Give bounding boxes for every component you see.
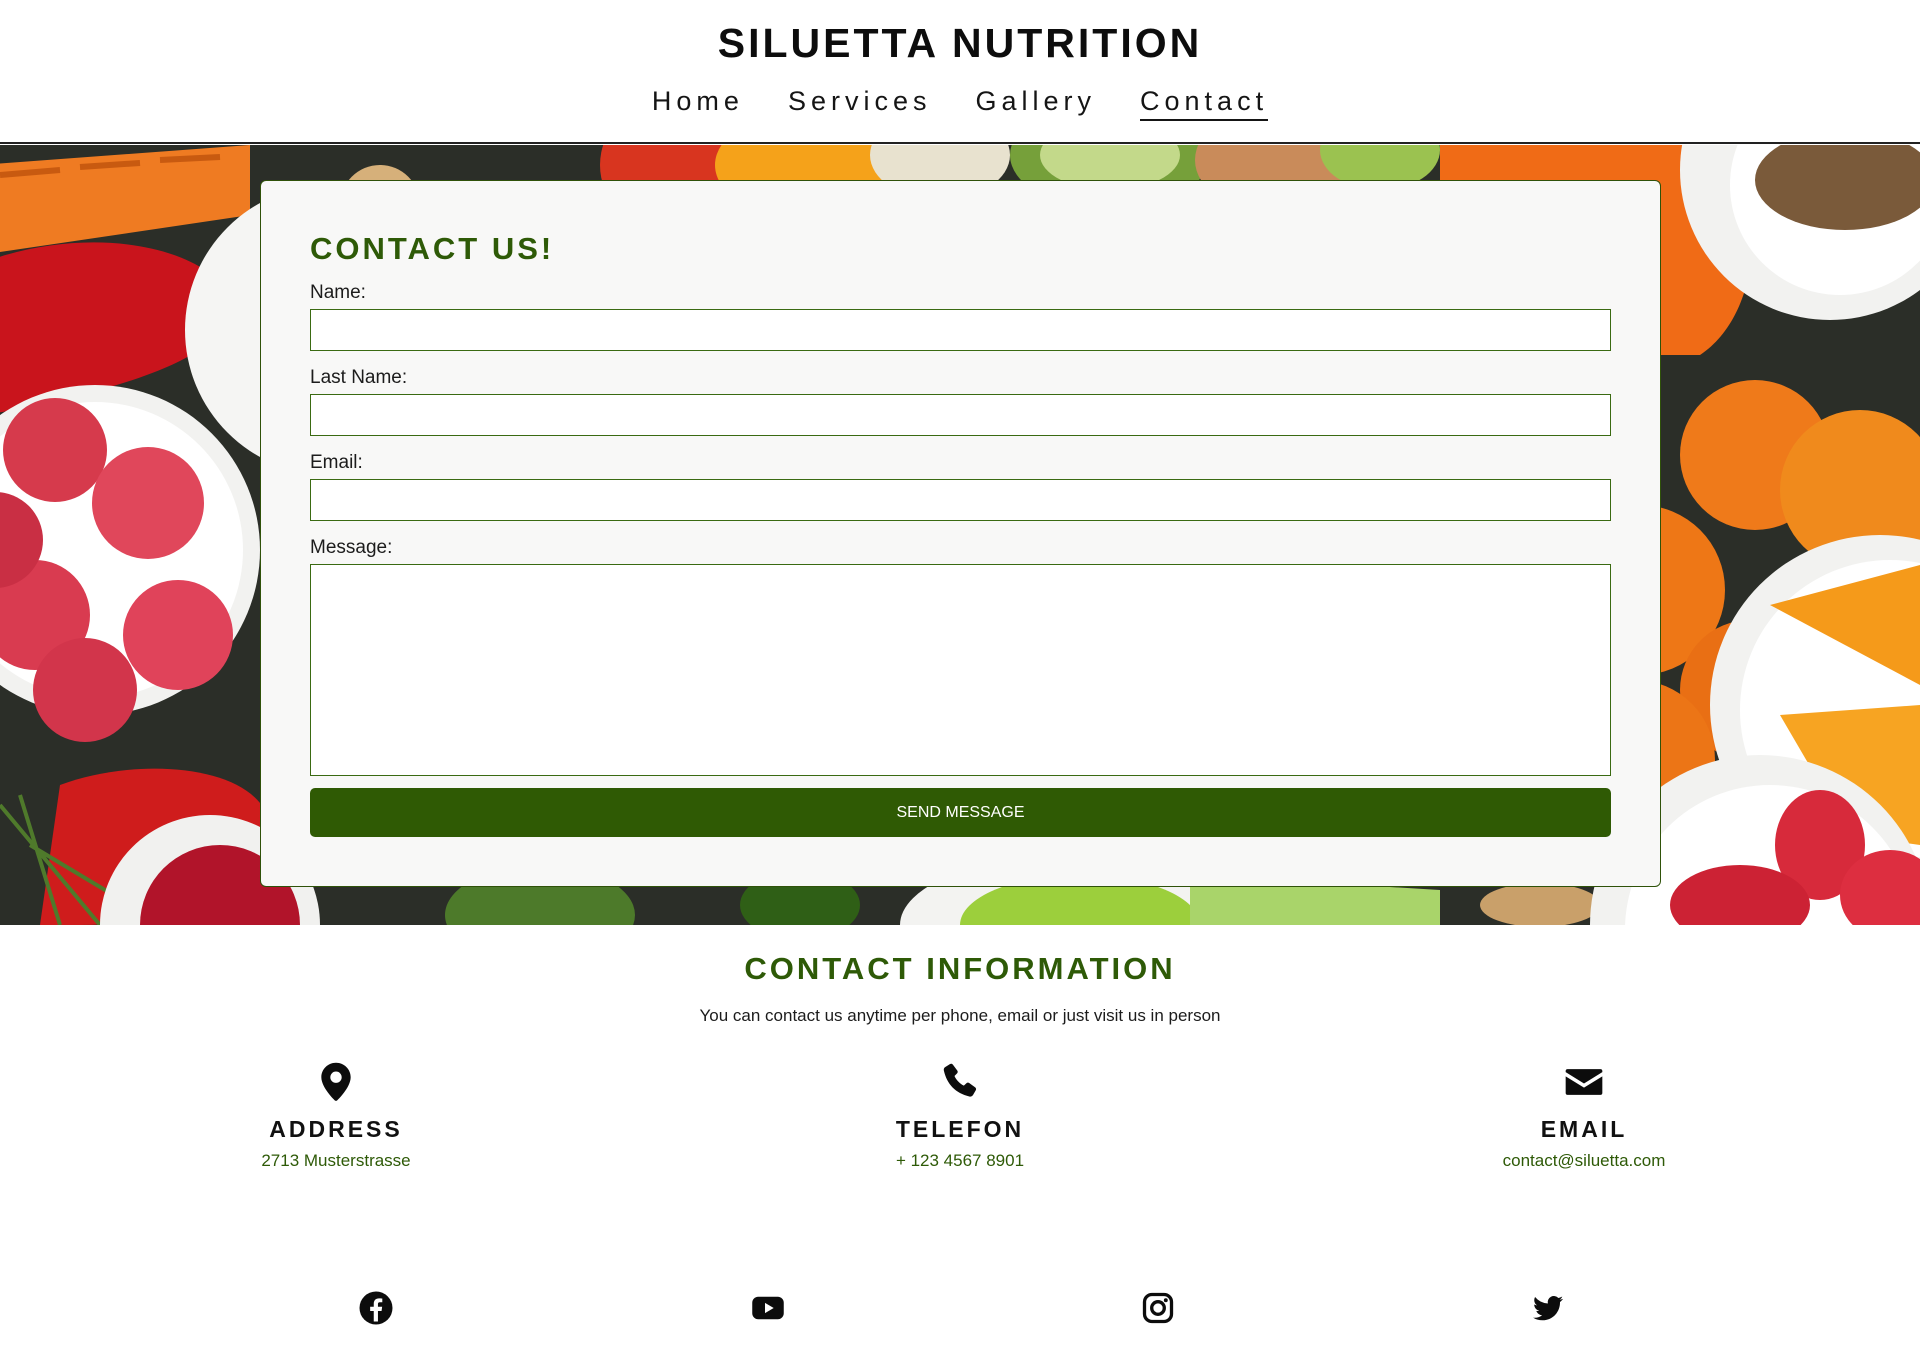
- email-title: EMAIL: [1540, 1116, 1628, 1142]
- message-label: Message:: [310, 537, 393, 558]
- contact-info-title: CONTACT INFORMATION: [744, 951, 1176, 986]
- email-value[interactable]: contact@siluetta.com: [1384, 1151, 1784, 1171]
- email-label: Email:: [310, 452, 363, 473]
- address-block: ADDRESS 2713 Musterstrasse: [136, 1060, 536, 1171]
- contact-form-title: CONTACT US!: [310, 231, 555, 266]
- twitter-icon[interactable]: [1530, 1290, 1566, 1326]
- contact-info-subtitle: You can contact us anytime per phone, em…: [699, 1006, 1221, 1025]
- facebook-icon[interactable]: [358, 1290, 394, 1326]
- last-name-input[interactable]: [310, 394, 1611, 436]
- name-label: Name:: [310, 282, 366, 303]
- instagram-icon[interactable]: [1140, 1290, 1176, 1326]
- site-header: SILUETTA NUTRITION Home Services Gallery…: [0, 0, 1920, 144]
- nav-services[interactable]: Services: [788, 86, 932, 121]
- telefon-value[interactable]: + 123 4567 8901: [760, 1151, 1160, 1171]
- message-textarea[interactable]: [310, 564, 1611, 776]
- nav-gallery[interactable]: Gallery: [975, 86, 1096, 121]
- email-input[interactable]: [310, 479, 1611, 521]
- contact-form-card: CONTACT US! Name: Last Name: Email: Mess…: [260, 180, 1661, 887]
- name-input[interactable]: [310, 309, 1611, 351]
- main-nav: Home Services Gallery Contact: [0, 86, 1920, 121]
- phone-icon: [943, 1063, 977, 1097]
- youtube-icon[interactable]: [750, 1290, 786, 1326]
- telefon-block: TELEFON + 123 4567 8901: [760, 1060, 1160, 1171]
- site-brand[interactable]: SILUETTA NUTRITION: [0, 20, 1920, 67]
- telefon-title: TELEFON: [895, 1116, 1025, 1142]
- address-value: 2713 Musterstrasse: [261, 1151, 411, 1170]
- address-title: ADDRESS: [269, 1116, 403, 1142]
- nav-contact[interactable]: Contact: [1140, 86, 1269, 121]
- map-pin-icon: [321, 1062, 351, 1101]
- envelope-icon: [1565, 1069, 1603, 1095]
- email-block: EMAIL contact@siluetta.com: [1384, 1060, 1784, 1171]
- nav-home[interactable]: Home: [652, 86, 744, 121]
- send-message-button[interactable]: SEND MESSAGE: [310, 788, 1611, 837]
- last-name-label: Last Name:: [310, 367, 408, 388]
